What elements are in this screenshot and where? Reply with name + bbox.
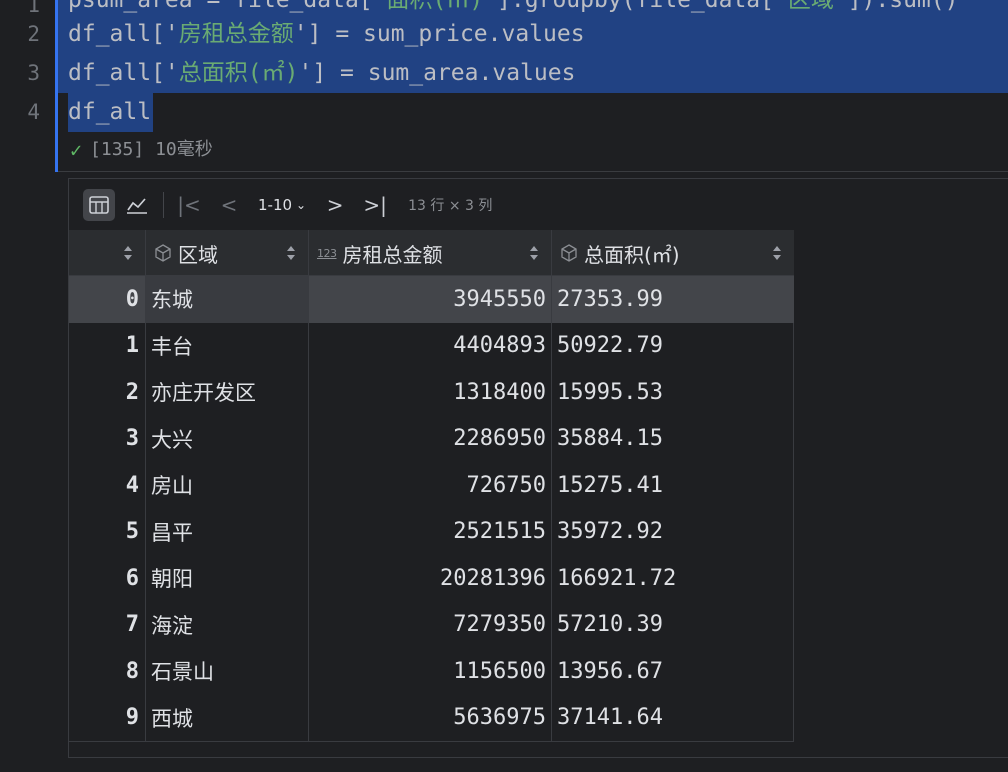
cell-area[interactable]: 37141.64	[552, 695, 794, 742]
table-row[interactable]: 9 西城 5636975 37141.64	[69, 694, 794, 742]
column-header-rent[interactable]: 123 房租总金额	[309, 230, 552, 276]
table-row[interactable]: 3 大兴 2286950 35884.15	[69, 415, 794, 463]
row-index[interactable]: 0	[69, 276, 146, 323]
table-row[interactable]: 1 丰台 4404893 50922.79	[69, 322, 794, 370]
data-grid: 区域 123 房租总金额 总面积(㎡) 0 东城 3945550 27353.99 1 丰…	[69, 230, 794, 742]
previous-page-icon[interactable]: <	[214, 193, 244, 217]
sort-icon[interactable]	[529, 246, 539, 260]
table-header: 区域 123 房租总金额 总面积(㎡)	[69, 230, 794, 276]
cell-rent[interactable]: 1156500	[309, 648, 552, 695]
table-icon	[89, 196, 109, 214]
cell-area[interactable]: 35884.15	[552, 416, 794, 463]
sort-icon[interactable]	[123, 246, 133, 260]
chart-view-button[interactable]	[121, 189, 153, 221]
cell-region[interactable]: 西城	[146, 694, 309, 741]
cell-rent[interactable]: 7279350	[309, 601, 552, 648]
cell-region[interactable]: 石景山	[146, 648, 309, 695]
cell-area[interactable]: 27353.99	[552, 276, 794, 323]
cell-area[interactable]: 13956.67	[552, 648, 794, 695]
sort-icon[interactable]	[286, 246, 296, 260]
code-editor[interactable]: psum_area = file_data['面积(㎡)'].groupby(f…	[58, 0, 1008, 172]
line-number-gutter: 1 2 3 4	[0, 0, 55, 772]
line-number: 4	[27, 100, 40, 124]
object-type-icon	[560, 244, 578, 262]
last-page-icon[interactable]: >|	[360, 193, 390, 217]
first-page-icon[interactable]: |<	[174, 193, 204, 217]
cell-region[interactable]: 亦庄开发区	[146, 369, 309, 416]
column-header-label: 区域	[178, 242, 218, 267]
cell-area[interactable]: 35972.92	[552, 509, 794, 556]
cell-region[interactable]: 海淀	[146, 601, 309, 648]
column-header-label: 总面积(㎡)	[584, 242, 680, 267]
execution-info: [135] 10毫秒	[90, 139, 213, 160]
row-index[interactable]: 8	[69, 648, 146, 695]
cell-rent[interactable]: 20281396	[309, 555, 552, 602]
cell-rent[interactable]: 726750	[309, 462, 552, 509]
column-header-area[interactable]: 总面积(㎡)	[552, 230, 794, 276]
cell-rent[interactable]: 2286950	[309, 415, 552, 462]
row-index[interactable]: 2	[69, 369, 146, 416]
table-row[interactable]: 8 石景山 1156500 13956.67	[69, 648, 794, 695]
cell-rent[interactable]: 2521515	[309, 508, 552, 555]
row-column-count: 13 行 × 3 列	[408, 198, 493, 214]
column-header-region[interactable]: 区域	[146, 230, 309, 276]
table-row[interactable]: 4 房山 726750 15275.41	[69, 462, 794, 509]
table-row[interactable]: 0 东城 3945550 27353.99	[69, 276, 794, 323]
line-number: 2	[27, 22, 40, 46]
dataframe-output: |< < 1-10 ⌄ > >| 13 行 × 3 列 区域 123 房租总金额…	[68, 178, 1008, 758]
code-line-3[interactable]: df_all['总面积(㎡)'] = sum_area.values	[68, 54, 575, 93]
cell-rent[interactable]: 5636975	[309, 694, 552, 741]
code-line-4[interactable]: df_all	[68, 93, 151, 132]
chart-icon	[127, 198, 147, 214]
code-line-2[interactable]: df_all['房租总金额'] = sum_price.values	[68, 15, 585, 54]
cell-rent[interactable]: 1318400	[309, 369, 552, 416]
page-range-select[interactable]: 1-10 ⌄	[258, 196, 306, 214]
row-index[interactable]: 3	[69, 415, 146, 462]
cell-area[interactable]: 50922.79	[552, 323, 794, 370]
cell-area[interactable]: 15995.53	[552, 369, 794, 416]
cell-area[interactable]: 15275.41	[552, 462, 794, 509]
table-row[interactable]: 5 昌平 2521515 35972.92	[69, 508, 794, 556]
cell-region[interactable]: 大兴	[146, 415, 309, 462]
cell-region[interactable]: 朝阳	[146, 555, 309, 602]
cell-rent[interactable]: 4404893	[309, 322, 552, 369]
cell-rent[interactable]: 3945550	[309, 276, 552, 323]
page-range-label: 1-10	[258, 196, 293, 214]
cell-region[interactable]: 东城	[146, 276, 309, 323]
cell-area[interactable]: 166921.72	[552, 555, 794, 602]
check-icon: ✓	[70, 138, 83, 162]
numeric-type-icon: 123	[317, 246, 337, 260]
next-page-icon[interactable]: >	[320, 193, 350, 217]
row-index[interactable]: 1	[69, 322, 146, 369]
table-row[interactable]: 2 亦庄开发区 1318400 15995.53	[69, 369, 794, 416]
table-row[interactable]: 6 朝阳 20281396 166921.72	[69, 555, 794, 602]
table-view-button[interactable]	[83, 189, 115, 221]
chevron-down-icon: ⌄	[296, 198, 307, 212]
execution-status: ✓ [135] 10毫秒	[70, 135, 213, 165]
cell-region[interactable]: 丰台	[146, 322, 309, 369]
row-index[interactable]: 4	[69, 462, 146, 509]
row-index[interactable]: 6	[69, 555, 146, 602]
output-toolbar: |< < 1-10 ⌄ > >| 13 行 × 3 列	[69, 179, 1008, 231]
object-type-icon	[154, 244, 172, 262]
cell-region[interactable]: 房山	[146, 462, 309, 509]
toolbar-divider	[163, 192, 164, 218]
row-index[interactable]: 9	[69, 694, 146, 741]
table-row[interactable]: 7 海淀 7279350 57210.39	[69, 601, 794, 649]
cell-region[interactable]: 昌平	[146, 508, 309, 555]
row-index[interactable]: 7	[69, 601, 146, 648]
line-number: 3	[27, 61, 40, 85]
cell-area[interactable]: 57210.39	[552, 602, 794, 649]
index-column-header[interactable]	[69, 230, 146, 276]
row-index[interactable]: 5	[69, 508, 146, 555]
column-header-label: 房租总金额	[342, 242, 443, 267]
sort-icon[interactable]	[772, 246, 782, 260]
